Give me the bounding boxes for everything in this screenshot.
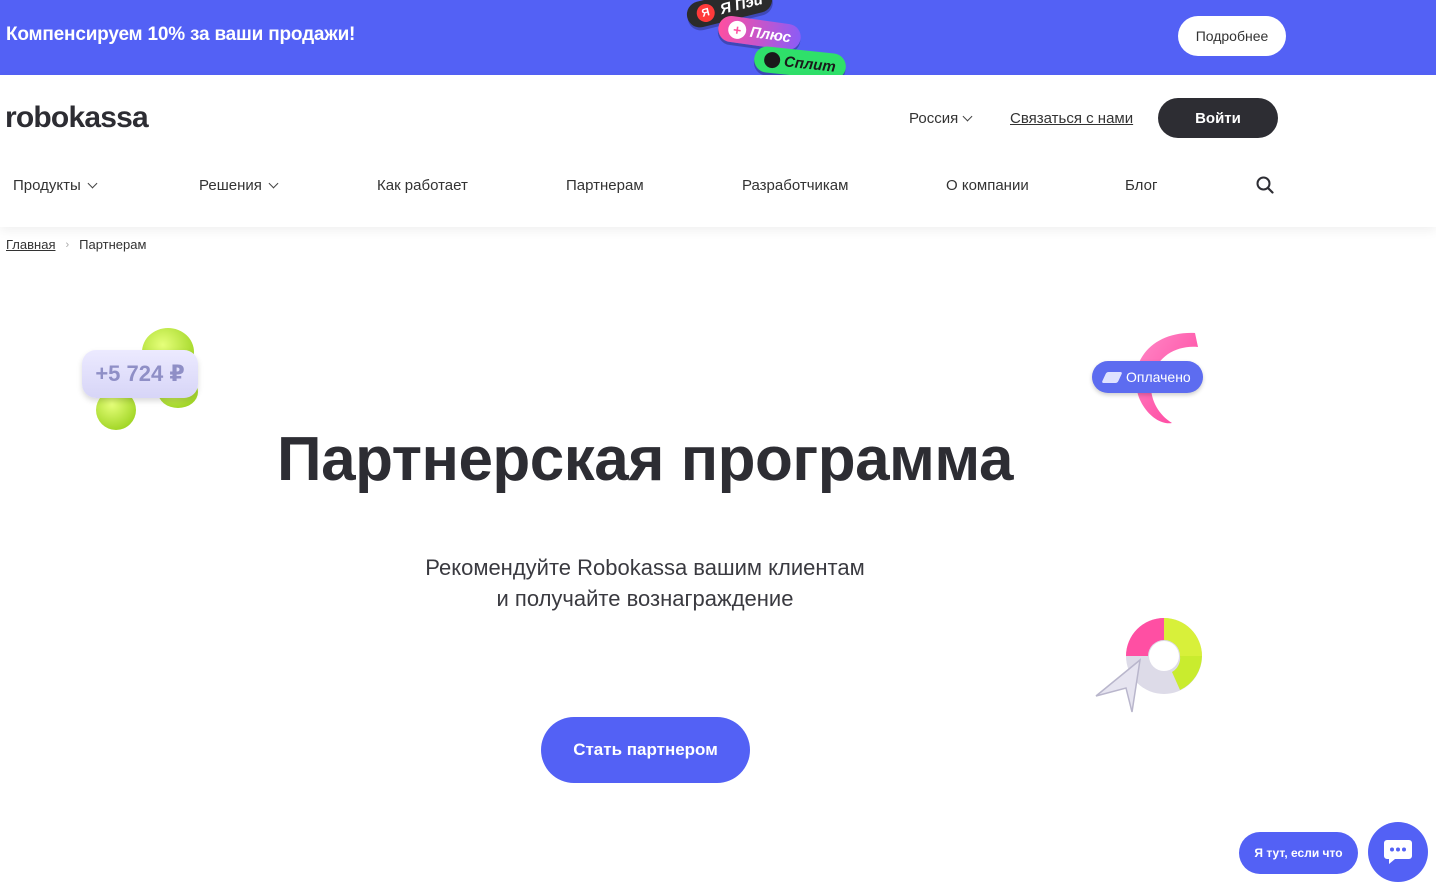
paid-illustration: Оплачено [1090, 325, 1215, 430]
page-title: Партнерская программа [277, 425, 1013, 494]
payment-methods-illustration: Я Я Пэй + Плюс Сплит [680, 0, 860, 81]
yandex-logo-icon: Я [694, 2, 717, 24]
promo-banner: Компенсируем 10% за ваши продажи! Я Я Пэ… [0, 0, 1436, 81]
site-header: robokassa Россия Связаться с нами Войти … [0, 75, 1436, 227]
nav-item-solutions[interactable]: Решения [199, 177, 279, 194]
breadcrumb: Главная › Партнерам [6, 237, 146, 252]
country-label: Россия [909, 110, 959, 127]
country-selector[interactable]: Россия [909, 110, 973, 127]
breadcrumb-current: Партнерам [79, 237, 147, 252]
split-label: Сплит [783, 52, 837, 76]
yandex-pay-label: Я Пэй [718, 0, 765, 18]
money-illustration: +5 724 ₽ [80, 322, 205, 432]
login-button[interactable]: Войти [1158, 98, 1278, 138]
nav-item-blog[interactable]: Блог [1125, 177, 1157, 194]
nav-item-products[interactable]: Продукты [13, 177, 98, 194]
chat-icon [1384, 840, 1412, 864]
chevron-right-icon: › [65, 238, 70, 251]
nav-item-about[interactable]: О компании [946, 177, 1029, 194]
nav-item-label: Продукты [13, 177, 81, 194]
money-amount-chip: +5 724 ₽ [82, 350, 198, 398]
hero-subtitle: Рекомендуйте Robokassa вашим клиентам и … [0, 552, 1290, 614]
plus-pill: + Плюс [716, 14, 803, 52]
chevron-down-icon [87, 178, 98, 189]
hero-subtitle-line: Рекомендуйте Robokassa вашим клиентам [425, 555, 865, 580]
chat-button[interactable] [1368, 822, 1428, 882]
paid-status-pill: Оплачено [1092, 361, 1203, 393]
banner-more-button[interactable]: Подробнее [1178, 16, 1286, 56]
nav-item-label: Решения [199, 177, 262, 194]
donut-cursor-icon [1095, 618, 1202, 713]
search-icon[interactable] [1256, 176, 1274, 194]
chevron-down-icon [962, 111, 973, 122]
nav-item-partners[interactable]: Партнерам [566, 177, 644, 194]
contact-us-link[interactable]: Связаться с нами [1010, 110, 1133, 127]
become-partner-button[interactable]: Стать партнером [541, 717, 750, 783]
card-icon [1101, 371, 1123, 383]
robokassa-logo[interactable]: robokassa [5, 101, 149, 135]
hero-subtitle-line: и получайте вознаграждение [496, 586, 794, 611]
chat-greeting-pill[interactable]: Я тут, если что [1239, 832, 1358, 874]
breadcrumb-home-link[interactable]: Главная [6, 237, 55, 252]
split-icon [763, 51, 781, 69]
paid-status-label: Оплачено [1126, 369, 1191, 385]
analytics-illustration [1092, 608, 1212, 720]
nav-item-how-it-works[interactable]: Как работает [377, 177, 468, 194]
plus-label: Плюс [748, 23, 793, 46]
promo-banner-text: Компенсируем 10% за ваши продажи! [6, 24, 356, 45]
nav-item-developers[interactable]: Разработчикам [742, 177, 848, 194]
chevron-down-icon [268, 178, 279, 189]
plus-icon: + [727, 19, 748, 41]
